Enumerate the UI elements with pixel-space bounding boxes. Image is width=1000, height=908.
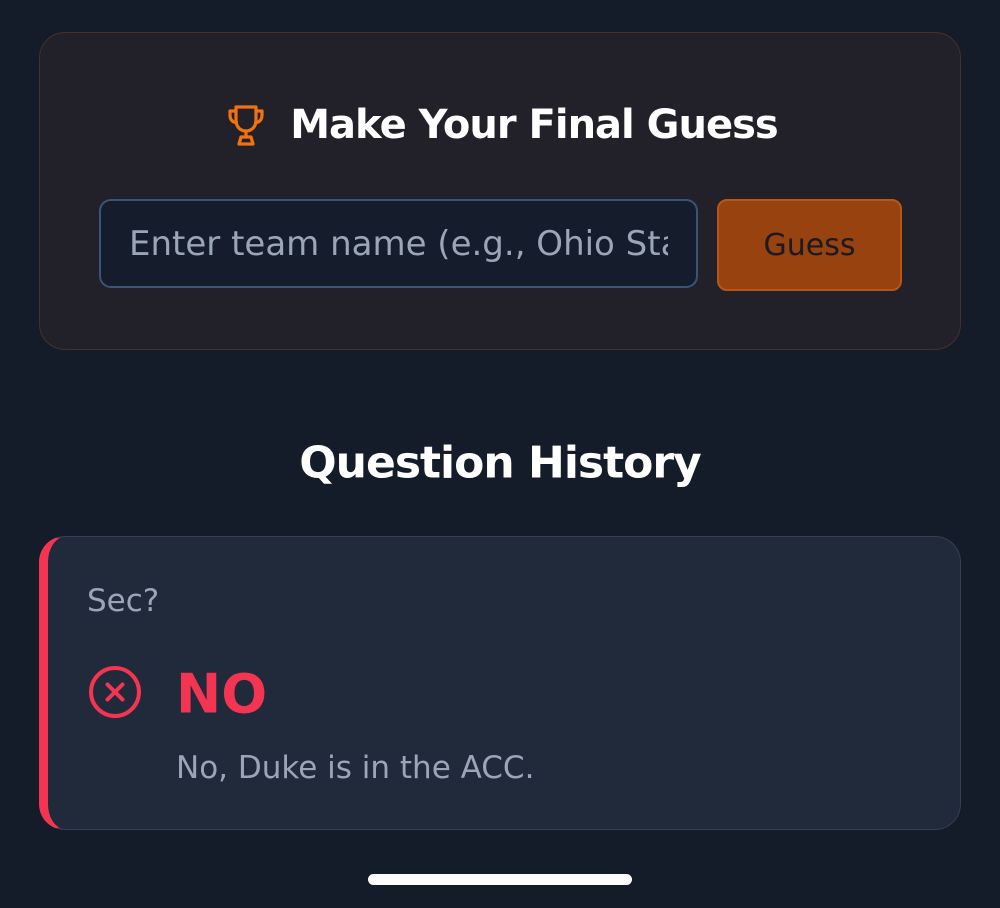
guess-button[interactable]: Guess (717, 199, 902, 291)
history-item: Sec? NO No, Duke is in the ACC. (39, 536, 961, 830)
history-explanation: No, Duke is in the ACC. (176, 750, 535, 786)
trophy-icon (222, 101, 270, 149)
history-question: Sec? (87, 583, 160, 619)
x-circle-icon (87, 664, 143, 720)
question-history-title: Question History (299, 437, 701, 489)
history-answer: NO (176, 662, 268, 726)
final-guess-card: Make Your Final Guess Guess (39, 32, 961, 350)
final-guess-title: Make Your Final Guess (290, 102, 778, 148)
home-indicator[interactable] (368, 874, 632, 885)
team-name-input[interactable] (99, 199, 698, 288)
final-guess-heading: Make Your Final Guess (40, 90, 960, 160)
